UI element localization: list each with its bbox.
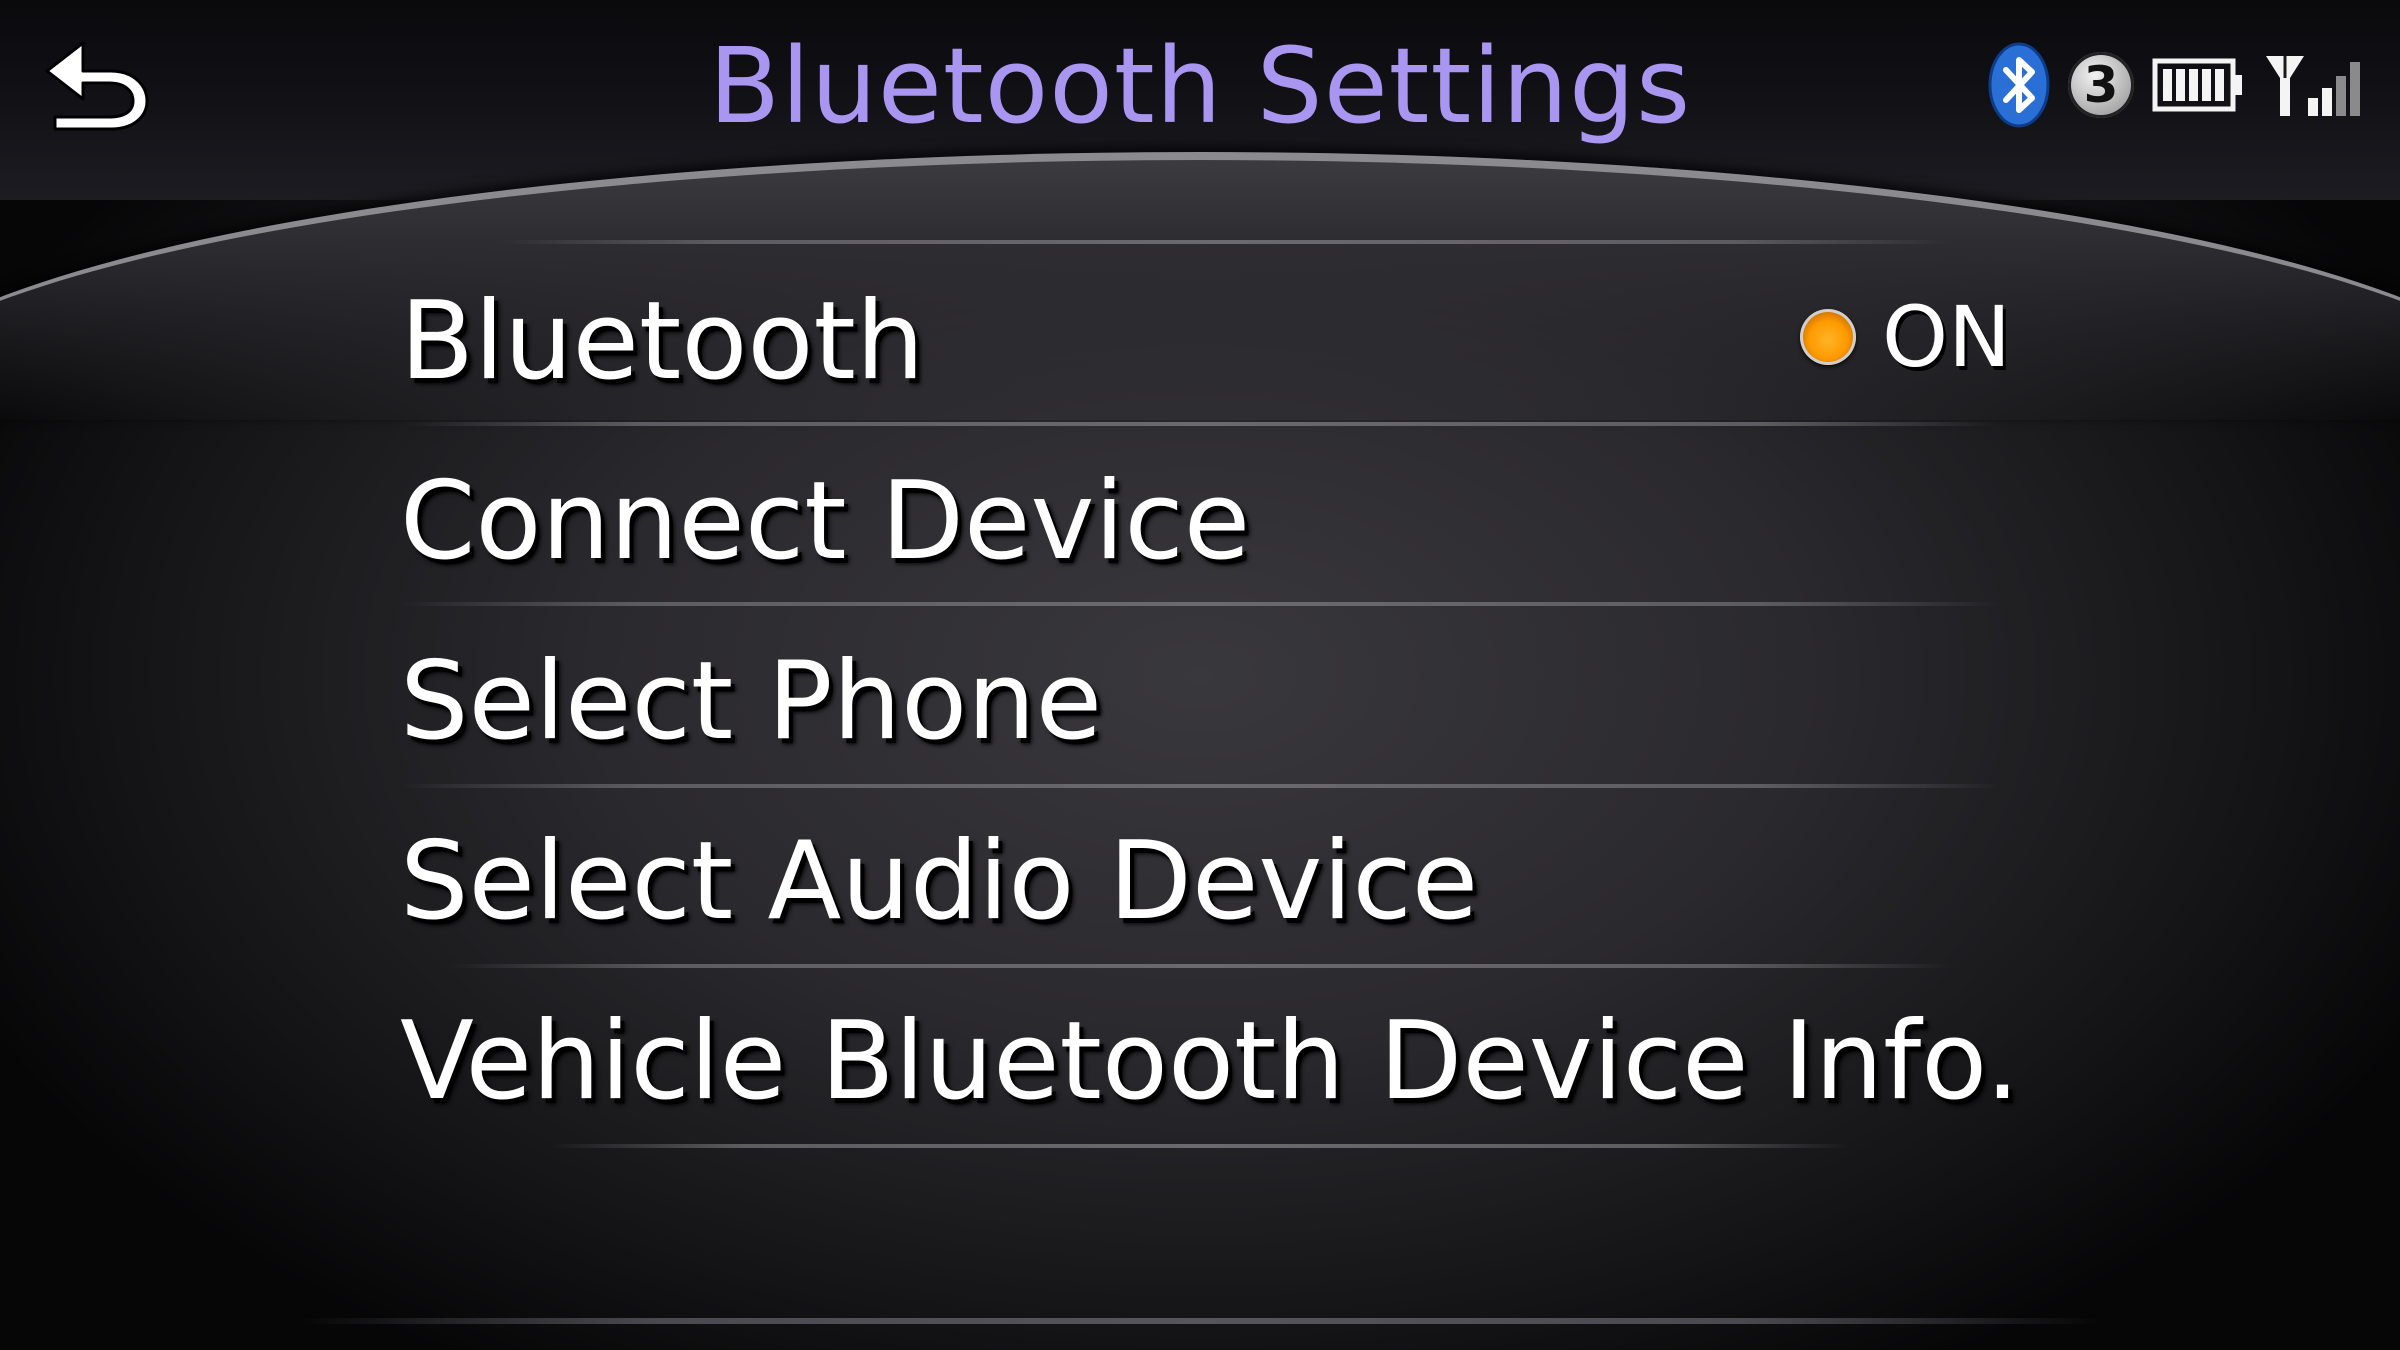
connected-count-badge: 3 (2068, 52, 2134, 118)
bluetooth-settings-screen: Bluetooth Settings 3 Bluetooth ON Connec… (0, 0, 2400, 1350)
menu-item-label: Select Phone (400, 639, 1103, 764)
menu-item-connect-device[interactable]: Connect Device (250, 426, 2050, 606)
menu-item-select-audio-device[interactable]: Select Audio Device (250, 786, 2050, 966)
on-indicator-icon (1800, 309, 1856, 365)
menu-item-label: Vehicle Bluetooth Device Info. (400, 999, 2020, 1124)
status-icons: 3 (1988, 40, 2370, 130)
bluetooth-icon (1988, 42, 2050, 128)
signal-strength-icon (2266, 56, 2360, 116)
connected-count: 3 (2083, 56, 2119, 114)
bottom-divider (300, 1318, 2100, 1324)
menu-item-vehicle-bluetooth-device-info[interactable]: Vehicle Bluetooth Device Info. (250, 966, 2050, 1146)
battery-icon (2152, 58, 2242, 112)
menu-item-label: Select Audio Device (400, 819, 1479, 944)
menu-item-label: Connect Device (400, 459, 1251, 584)
menu-item-bluetooth[interactable]: Bluetooth (250, 246, 2050, 426)
menu-divider (500, 240, 1950, 244)
menu-item-label: Bluetooth (400, 279, 925, 404)
bluetooth-toggle[interactable]: ON (1800, 292, 2011, 382)
menu-item-select-phone[interactable]: Select Phone (250, 606, 2050, 786)
toggle-state-label: ON (1882, 288, 2011, 386)
